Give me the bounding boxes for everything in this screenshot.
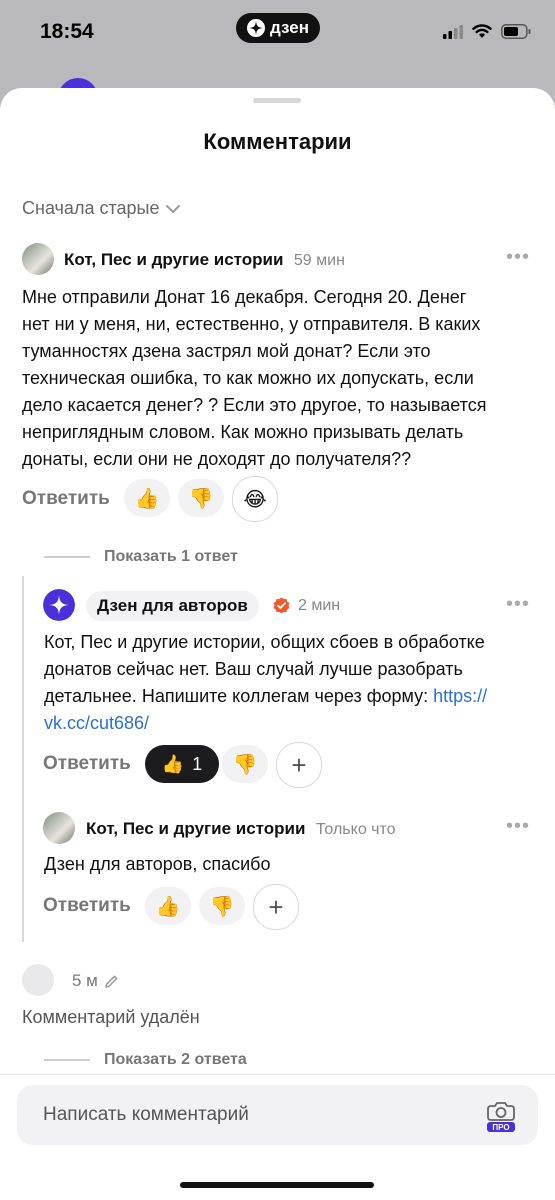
thumbs-down-button[interactable]: 👎 [222,745,268,783]
laughing-crying-icon: 😂 [243,487,267,511]
thumbs-down-icon: 👎 [232,752,258,776]
thumbs-down-icon: 👎 [188,486,214,510]
sort-dropdown[interactable]: Сначала старые [22,198,181,219]
link[interactable]: https:// [433,686,487,706]
comment-input[interactable]: Написать комментарий ПРО [17,1085,538,1145]
dzen-brand-label: дзен [270,18,309,37]
comment-time: 5 м [72,971,98,990]
comment-line: донаты, если они не доходят до получател… [22,449,412,469]
show-replies-label: Показать 2 ответа [104,1051,247,1068]
status-icons [443,24,531,39]
reply-button[interactable]: Ответить [43,753,131,775]
comment-line: нет ни у меня, ни, естественно, у отправ… [22,314,481,334]
dzen-star-icon [247,19,266,37]
deleted-comment-text: Комментарий удалён [22,1007,200,1027]
add-reaction-button[interactable]: + [253,884,299,930]
more-icon[interactable]: ••• [506,246,530,269]
thumbs-down-icon: 👎 [209,894,235,918]
divider-line [44,1059,90,1061]
status-bar: 18:54 дзен [0,0,555,66]
comment-line: дело касается денег? ? Если это другое, … [22,395,487,415]
reply-header: Кот, Пес и другие истории Только что [86,819,396,839]
reply-line: Кот, Пес и другие истории, общих сбоев в… [44,632,485,652]
dzen-authors-avatar[interactable] [43,589,75,621]
thumbs-up-button[interactable]: 👍 [124,479,170,517]
add-reaction-button[interactable]: + [276,742,322,788]
pro-badge-label: ПРО [492,1123,509,1132]
reply-time: Только что [315,821,396,838]
comment-line: туманностях дзена застрял мой донат? Есл… [22,341,431,361]
comment-text: Мне отправили Донат 16 декабря. Сегодня … [22,284,542,473]
comments-sheet: Комментарии Сначала старые Кот, Пес и др… [0,88,555,1200]
deleted-comment-header: 5 м [72,971,119,991]
thread-line [22,576,24,942]
show-replies-button[interactable]: Показать 2 ответа [44,1051,247,1069]
comment-input-placeholder: Написать комментарий [43,1104,249,1125]
pencil-icon [105,975,118,988]
more-icon[interactable]: ••• [506,593,530,616]
battery-icon [501,24,531,39]
plus-icon: + [291,749,307,780]
reply-line: детальнее. Напишите коллегам через форму… [44,686,434,706]
link[interactable]: vk.cc/cut686/ [44,713,149,733]
show-replies-label: Показать 1 ответ [104,548,238,565]
verified-badge-icon [273,597,290,614]
signal-icon [443,24,463,39]
reply-text: Дзен для авторов, спасибо [44,854,271,874]
sort-label: Сначала старые [22,198,160,218]
thumbs-down-button[interactable]: 👎 [199,887,245,925]
laughing-reaction-button[interactable]: 😂 [232,476,278,522]
reply-button[interactable]: Ответить [22,488,110,510]
author-name[interactable]: Кот, Пес и другие истории [64,250,283,269]
author-name[interactable]: Кот, Пес и другие истории [86,819,305,838]
more-icon[interactable]: ••• [506,815,530,838]
sheet-title: Комментарии [203,129,352,154]
comment-line: Мне отправили Донат 16 декабря. Сегодня … [22,287,467,307]
comment-line: неприглядным словом. Как можно призывать… [22,422,464,442]
comment-time: 59 мин [293,252,345,269]
thumbs-up-icon: 👍 [161,753,185,775]
wifi-icon [472,24,492,38]
thumbs-down-button[interactable]: 👎 [178,479,224,517]
avatar[interactable] [22,243,54,275]
chevron-down-icon [166,204,181,213]
reply-time: 2 мин [298,597,341,614]
thumbs-up-button-active[interactable]: 👍 1 [145,745,219,783]
reply-text: Кот, Пес и другие истории, общих сбоев в… [44,629,544,737]
reply-button[interactable]: Ответить [43,895,131,917]
comment-header: Кот, Пес и другие истории 59 мин [64,250,345,270]
avatar-placeholder [22,964,54,996]
thumbs-up-icon: 👍 [155,894,181,918]
status-time: 18:54 [40,20,94,43]
composer-divider [0,1074,555,1075]
reply-line: донатов сейчас нет. Ваш случай лучше раз… [44,659,463,679]
thumbs-up-button[interactable]: 👍 [145,887,191,925]
home-indicator [180,1182,374,1188]
divider-line [44,556,90,558]
plus-icon: + [268,891,284,922]
avatar[interactable] [43,812,75,844]
comment-line: техническая ошибка, то как можно их допу… [22,368,474,388]
like-count: 1 [192,753,203,774]
sheet-grabber[interactable] [253,98,301,103]
show-replies-button[interactable]: Показать 1 ответ [44,548,238,566]
thumbs-up-icon: 👍 [134,486,160,510]
author-chip[interactable]: Дзен для авторов [86,591,259,621]
dzen-brand-pill: дзен [236,13,320,43]
camera-pro-icon[interactable]: ПРО [484,1097,518,1133]
